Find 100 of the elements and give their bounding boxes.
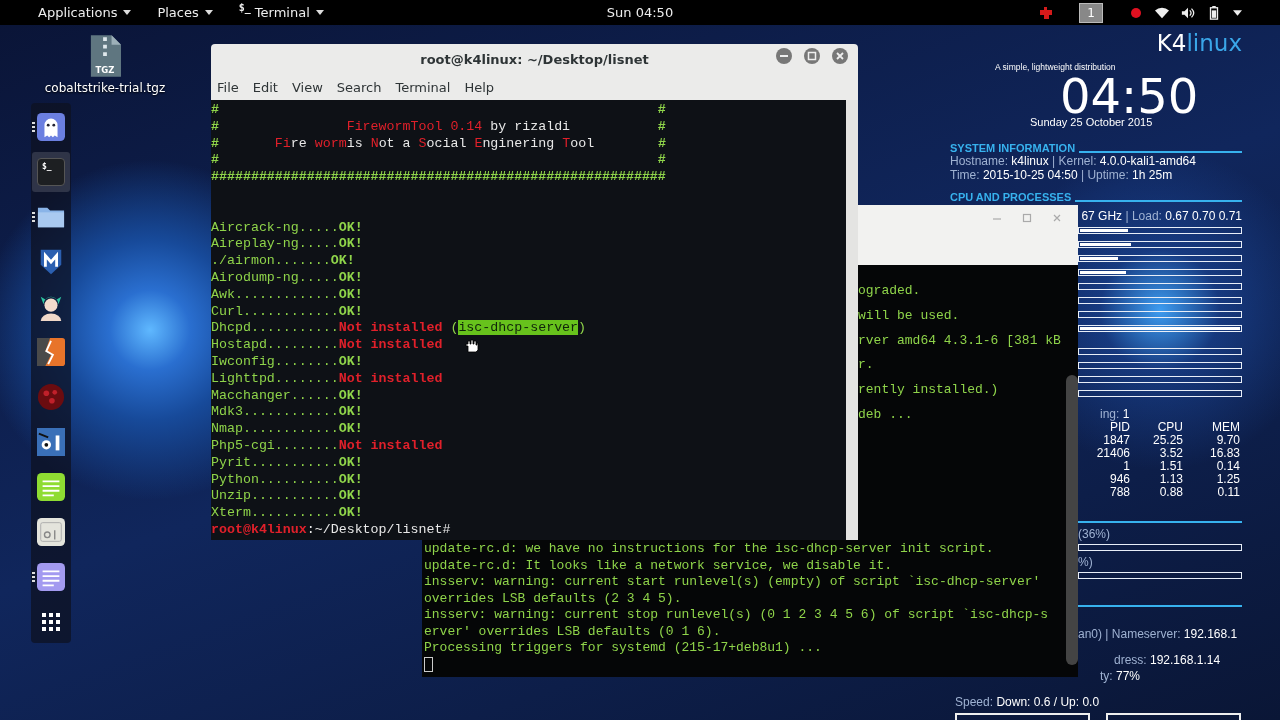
table-cell-text: 1.51 (1158, 460, 1183, 473)
terminal-line: Nmap............OK! (211, 421, 363, 438)
info-line: Hostname: k4linux | Kernel: 4.0.0-kali1-amd64 (950, 154, 1197, 168)
volume-icon[interactable] (1181, 5, 1195, 20)
terminal-line: update-rc.d: we have no instructions for the isc-dhcp-server init script. (424, 541, 995, 558)
info-line: Speed: Down: 0.6 / Up: 0.0 (955, 695, 1101, 709)
maximize-icon[interactable] (804, 48, 820, 64)
terminal-line: overrides LSB defaults (2 3 4 5). (424, 590, 683, 607)
eyes-icon (37, 428, 65, 456)
terminal-line: Macchanger......OK! (211, 387, 363, 405)
info-line: %) (1078, 555, 1094, 569)
menu-item[interactable]: Edit (252, 79, 278, 95)
section-heading: CPU AND PROCESSES (950, 191, 1072, 203)
terminal-line: insserv: warning: current start runlevel(s) (empty) of script `isc-dhcp-server' (424, 574, 1042, 591)
table-cell-text: 1.25 (1215, 473, 1240, 486)
info-line: dress: 192.168.1.14 (1113, 653, 1222, 667)
menu-item[interactable]: Search (336, 79, 382, 95)
terminal-line: ograded. (858, 283, 922, 300)
terminal-line: Iwconfig........OK! (211, 353, 363, 371)
info-line: ing: 1 (1099, 407, 1131, 421)
file-name[interactable]: cobaltstrike-trial.tgz (44, 81, 166, 95)
document-icon (37, 563, 65, 591)
tagline: A simple, lightweight distribution (995, 62, 1117, 72)
workspace-indicator[interactable]: 1 (1079, 2, 1103, 23)
table-cell-text: 21406 (1095, 447, 1130, 460)
close-icon[interactable] (832, 48, 848, 64)
archive-file-icon[interactable]: TGZ (89, 35, 121, 77)
date-text: Sunday 25 October 2015 (1030, 116, 1154, 128)
file-type-label: TGZ (95, 64, 115, 75)
terminal-line: Unzip...........OK! (211, 488, 363, 506)
terminal-line: Aircrack-ng.....OK! (211, 219, 363, 237)
clock[interactable]: Sun 04:50 (606, 5, 674, 20)
table-cell-text: 0.11 (1216, 486, 1240, 499)
info-line: 67 GHz | Load: 0.67 0.70 0.71 (1080, 209, 1242, 223)
terminal-line: ./airmon.......OK! (211, 253, 355, 270)
terminal-icon: $_ (37, 158, 65, 186)
dock-item[interactable]: $_ (32, 152, 70, 192)
terminal-line: rently installed.) (858, 382, 1000, 399)
terminal-line: Airodump-ng.....OK! (211, 269, 363, 287)
menu-item[interactable]: Terminal (395, 79, 451, 95)
terminal-line: insserv: warning: current stop runlevel(s) (0 1 2 3 4 5 6) of script `isc-dhcp-s (424, 607, 1050, 624)
record-indicator-icon[interactable] (1129, 5, 1143, 20)
caret-icon[interactable] (1233, 9, 1242, 16)
info-line: (36%) (1078, 527, 1111, 541)
info-line: ty: 77% (1099, 669, 1142, 683)
table-cell-text: 946 (1108, 473, 1130, 486)
app-menu-button[interactable]: $_ Terminal (238, 5, 324, 20)
terminal-line: Pyrit...........OK! (211, 454, 363, 472)
terminal-line: # # (211, 152, 666, 170)
table-cell-text: 1847 (1102, 434, 1130, 447)
terminal-line: # Fire wormis Not a Social Enginering Tool # (211, 135, 666, 153)
control-panel-icon (37, 518, 65, 546)
terminal-line: Hostapd.........Not installed (211, 337, 443, 354)
notes-icon (37, 473, 65, 501)
caret-icon (315, 10, 324, 15)
menu-button[interactable]: Places (157, 5, 213, 20)
bolt-icon (37, 338, 65, 366)
terminal-line: will be used. (858, 307, 961, 325)
table-cell-text: 788 (1108, 486, 1130, 499)
running-indicator (32, 211, 35, 223)
terminal-line: deb ... (858, 407, 914, 424)
terminal-line: update-rc.d: It looks like a network service, we disable it. (424, 557, 894, 574)
battery-icon[interactable] (1207, 5, 1221, 20)
terminal-line: Lighttpd........Not installed (211, 370, 443, 388)
running-indicator (32, 121, 35, 133)
app-grid-icon (42, 613, 60, 631)
table-cell-text: 25.25 (1151, 434, 1183, 447)
table-cell-text: 1.13 (1158, 473, 1183, 486)
terminal-line: Dhcpd...........Not installed (isc-dhcp-server) (211, 320, 587, 338)
info-line: an0) | Nameserver: 192.168.1 (1078, 627, 1239, 641)
terminal-line: # # (211, 102, 666, 119)
dotted-circle-icon (37, 383, 65, 411)
table-cell-text: 3.52 (1158, 447, 1183, 460)
minimize-icon[interactable] (776, 48, 792, 64)
menu-item[interactable]: Help (464, 79, 495, 95)
scrollbar[interactable] (1066, 375, 1078, 665)
table-cell-text: 0.14 (1215, 460, 1240, 473)
terminal-prompt: root@k4linux:~/Desktop/lisnet# (211, 521, 451, 539)
scrollbar[interactable] (846, 100, 858, 540)
app-indicator-icon[interactable] (1039, 5, 1053, 20)
logo-wordmark: K4linux (1156, 30, 1242, 56)
running-indicator (32, 571, 35, 583)
column-header: PID (1110, 421, 1130, 434)
hand-cursor-icon (465, 339, 479, 353)
terminal-line: Aireplay-ng.....OK! (211, 236, 363, 254)
column-header: MEM (1211, 421, 1240, 434)
menu-item[interactable]: View (291, 79, 323, 95)
terminal-line: ######################################################### (211, 169, 666, 186)
section-heading: SYSTEM INFORMATION (950, 142, 1076, 154)
window-title: root@k4linux: ~/Desktop/lisnet (420, 51, 649, 67)
terminal-line: r. (858, 357, 875, 375)
table-cell-text: 0.88 (1158, 486, 1183, 499)
menu-button[interactable]: Applications (38, 5, 132, 20)
caret-icon (123, 10, 132, 15)
terminal-line: erver' overrides LSB defaults (0 1 6). (424, 623, 722, 640)
column-header: CPU (1156, 421, 1183, 434)
wifi-icon[interactable] (1155, 5, 1169, 20)
terminal-line: Python..........OK! (211, 471, 363, 489)
menu-item[interactable]: File (217, 79, 239, 95)
terminal-line: Curl............OK! (211, 303, 363, 321)
